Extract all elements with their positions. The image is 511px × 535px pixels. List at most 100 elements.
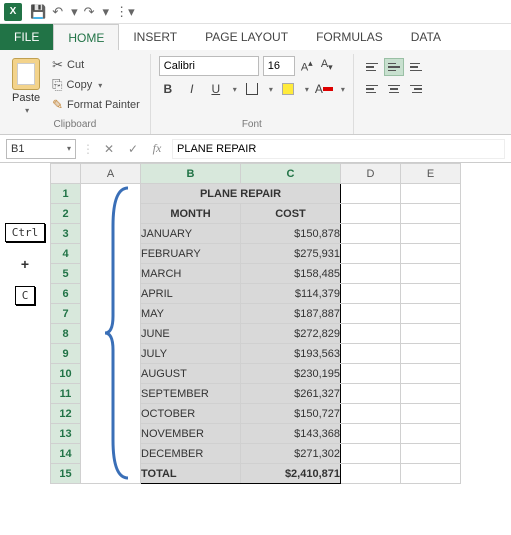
cell-header-month[interactable]: MONTH [141,204,241,224]
cell-month-13[interactable]: NOVEMBER [141,424,241,444]
cell-month-10[interactable]: AUGUST [141,364,241,384]
cell-month-6[interactable]: APRIL [141,284,241,304]
row-header-5[interactable]: 5 [51,264,81,284]
cell-title[interactable]: PLANE REPAIR [141,184,341,204]
cell-e11[interactable] [401,384,461,404]
increase-font-button[interactable]: A▴ [299,58,315,74]
cell-total-value[interactable]: $2,410,871 [241,464,341,484]
cell-total-label[interactable]: TOTAL [141,464,241,484]
format-painter-button[interactable]: ✎ Format Painter [50,96,142,114]
enter-formula-button[interactable]: ✓ [124,142,142,156]
cell-header-cost[interactable]: COST [241,204,341,224]
row-header-9[interactable]: 9 [51,344,81,364]
row-header-2[interactable]: 2 [51,204,81,224]
redo-icon[interactable]: ↷ [84,4,95,20]
cell-month-11[interactable]: SEPTEMBER [141,384,241,404]
row-header-12[interactable]: 12 [51,404,81,424]
cell-d1[interactable] [341,184,401,204]
cell-e7[interactable] [401,304,461,324]
cut-button[interactable]: ✂ Cut [50,56,142,74]
cell-e6[interactable] [401,284,461,304]
cell-d4[interactable] [341,244,401,264]
formula-input[interactable] [172,139,505,159]
cell-e8[interactable] [401,324,461,344]
align-right-button[interactable] [406,80,426,98]
row-header-4[interactable]: 4 [51,244,81,264]
cell-d10[interactable] [341,364,401,384]
cell-cost-4[interactable]: $275,931 [241,244,341,264]
cell-month-5[interactable]: MARCH [141,264,241,284]
cell-cost-14[interactable]: $271,302 [241,444,341,464]
font-name-input[interactable] [159,56,259,76]
paste-button[interactable]: Paste ▾ [8,56,44,117]
underline-button[interactable]: U [207,80,225,98]
border-dropdown-icon[interactable]: ▾ [269,85,273,94]
cell-month-7[interactable]: MAY [141,304,241,324]
italic-button[interactable]: I [183,80,201,98]
cell-e12[interactable] [401,404,461,424]
insert-function-button[interactable]: fx [148,141,166,156]
font-color-dropdown-icon[interactable]: ▾ [341,85,345,94]
select-all-corner[interactable] [51,164,81,184]
cell-cost-10[interactable]: $230,195 [241,364,341,384]
cell-d13[interactable] [341,424,401,444]
cell-month-14[interactable]: DECEMBER [141,444,241,464]
cell-cost-9[interactable]: $193,563 [241,344,341,364]
cell-month-3[interactable]: JANUARY [141,224,241,244]
cell-e15[interactable] [401,464,461,484]
decrease-font-button[interactable]: A▾ [319,58,335,74]
tab-insert[interactable]: INSERT [119,24,191,50]
font-color-button[interactable]: A [315,80,333,98]
cell-cost-8[interactable]: $272,829 [241,324,341,344]
undo-icon[interactable]: ↶ [52,4,63,20]
cell-cost-12[interactable]: $150,727 [241,404,341,424]
cell-month-4[interactable]: FEBRUARY [141,244,241,264]
row-header-11[interactable]: 11 [51,384,81,404]
tab-page-layout[interactable]: PAGE LAYOUT [191,24,302,50]
cell-cost-3[interactable]: $150,878 [241,224,341,244]
align-top-button[interactable] [362,58,382,76]
cell-e2[interactable] [401,204,461,224]
cell-d8[interactable] [341,324,401,344]
copy-dropdown-icon[interactable]: ▾ [98,81,102,90]
row-header-6[interactable]: 6 [51,284,81,304]
row-header-14[interactable]: 14 [51,444,81,464]
cell-e1[interactable] [401,184,461,204]
cell-cost-13[interactable]: $143,368 [241,424,341,444]
col-header-d[interactable]: D [341,164,401,184]
redo-dropdown-icon[interactable]: ▾ [103,4,110,20]
align-left-button[interactable] [362,80,382,98]
row-header-13[interactable]: 13 [51,424,81,444]
cell-month-9[interactable]: JULY [141,344,241,364]
underline-dropdown-icon[interactable]: ▾ [233,85,237,94]
col-header-a[interactable]: A [81,164,141,184]
col-header-b[interactable]: B [141,164,241,184]
row-header-10[interactable]: 10 [51,364,81,384]
tab-formulas[interactable]: FORMULAS [302,24,397,50]
cell-a1[interactable] [81,184,141,484]
border-button[interactable] [243,80,261,98]
cell-month-8[interactable]: JUNE [141,324,241,344]
row-header-1[interactable]: 1 [51,184,81,204]
bold-button[interactable]: B [159,80,177,98]
cell-e14[interactable] [401,444,461,464]
align-bottom-button[interactable] [406,58,426,76]
cell-d6[interactable] [341,284,401,304]
cell-cost-6[interactable]: $114,379 [241,284,341,304]
col-header-c[interactable]: C [241,164,341,184]
cell-d7[interactable] [341,304,401,324]
row-header-7[interactable]: 7 [51,304,81,324]
col-header-e[interactable]: E [401,164,461,184]
cell-d11[interactable] [341,384,401,404]
customize-qat-icon[interactable]: ⋮▾ [115,4,135,20]
cell-e5[interactable] [401,264,461,284]
font-size-input[interactable] [263,56,295,76]
name-box[interactable]: B1 ▾ [6,139,76,159]
cell-e13[interactable] [401,424,461,444]
cell-cost-7[interactable]: $187,887 [241,304,341,324]
fill-dropdown-icon[interactable]: ▾ [305,85,309,94]
cell-month-12[interactable]: OCTOBER [141,404,241,424]
align-center-button[interactable] [384,80,404,98]
fill-color-button[interactable] [279,80,297,98]
cell-cost-5[interactable]: $158,485 [241,264,341,284]
